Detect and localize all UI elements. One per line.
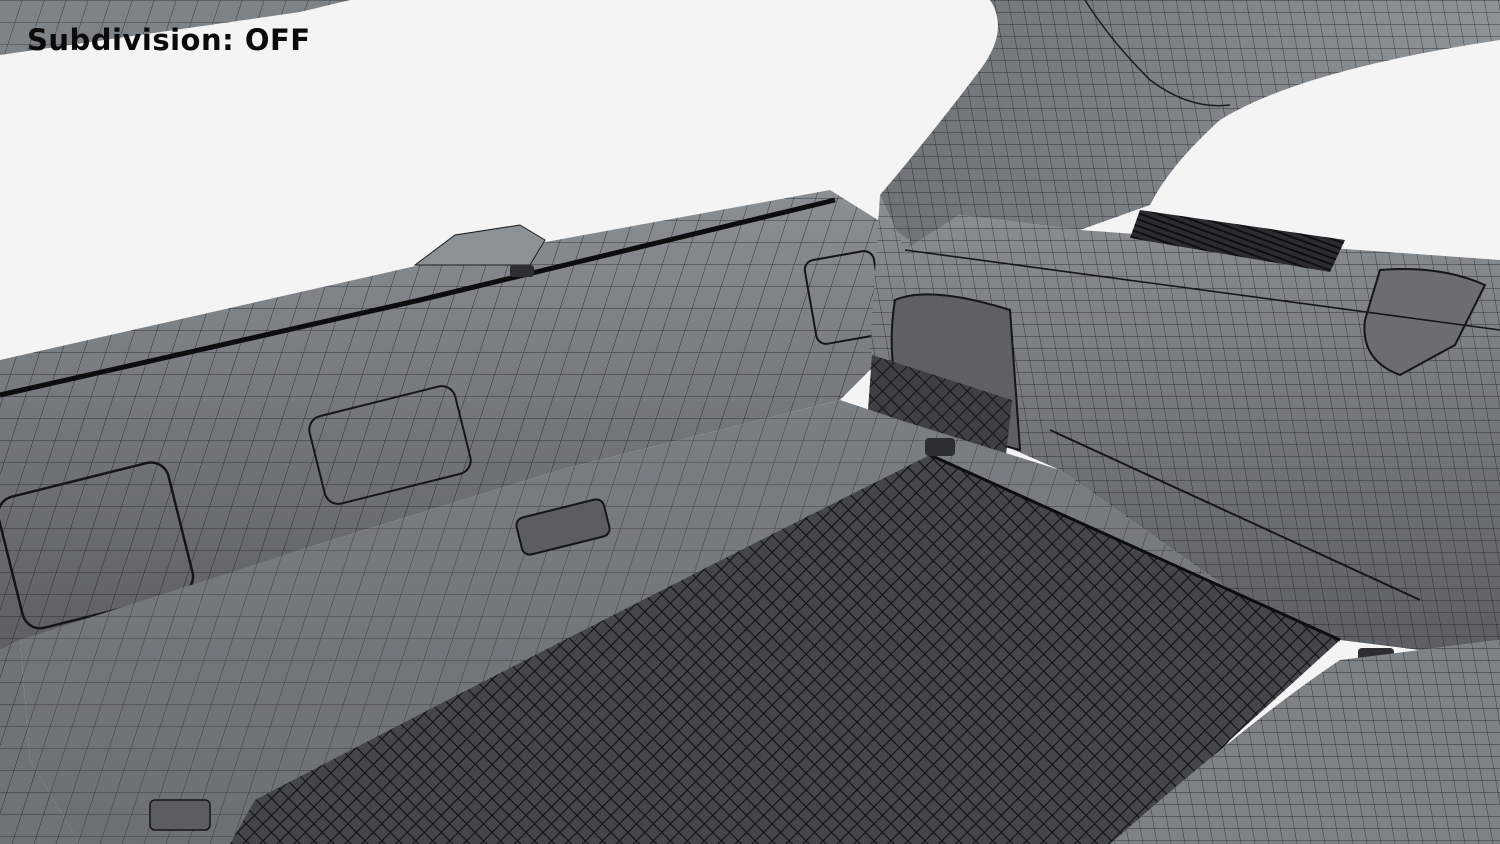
- tie-down-hook: [925, 438, 955, 456]
- subdivision-value-text: OFF: [244, 23, 311, 57]
- tie-down-hook: [149, 799, 211, 831]
- viewport-3d[interactable]: Subdivision: OFF: [0, 0, 1500, 844]
- wireframe-trunk-model: [0, 0, 1500, 844]
- c-pillar: [880, 0, 1500, 250]
- subdivision-status-label: Subdivision: OFF: [27, 26, 311, 55]
- subdivision-label-text: Subdivision:: [27, 23, 235, 57]
